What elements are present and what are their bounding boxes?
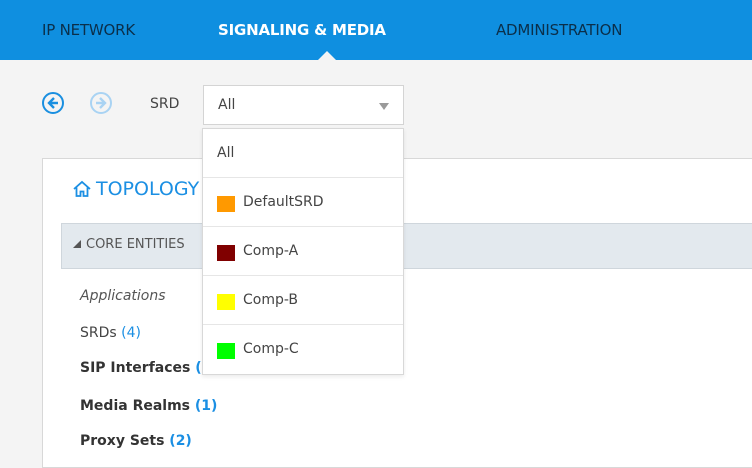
- forward-button[interactable]: [90, 92, 112, 114]
- tab-ip-network[interactable]: IP NETWORK: [42, 21, 135, 39]
- dropdown-option-defaultsrd[interactable]: DefaultSRD: [203, 178, 403, 227]
- option-label: Comp-B: [243, 292, 299, 308]
- entity-proxy-sets[interactable]: Proxy Sets (2): [80, 433, 192, 449]
- option-label: DefaultSRD: [243, 194, 324, 210]
- entity-srds[interactable]: SRDs (4): [80, 325, 141, 341]
- core-entities-text: CORE ENTITIES: [86, 237, 185, 252]
- back-button[interactable]: [42, 92, 64, 114]
- color-swatch: [217, 245, 235, 261]
- entity-sip-interfaces[interactable]: SIP Interfaces (4): [80, 360, 218, 376]
- dropdown-option-all[interactable]: All: [203, 129, 403, 178]
- entity-count: (1): [194, 398, 218, 414]
- top-nav-bar: IP NETWORK SIGNALING & MEDIA ADMINISTRAT…: [0, 0, 752, 60]
- arrow-left-icon: [47, 97, 58, 109]
- entity-applications[interactable]: Applications: [80, 288, 166, 304]
- entity-count: (4): [121, 325, 141, 341]
- entity-label: Proxy Sets: [80, 433, 165, 449]
- tab-administration[interactable]: ADMINISTRATION: [496, 21, 622, 39]
- chevron-down-icon: [379, 103, 389, 110]
- entity-label: Media Realms: [80, 398, 191, 414]
- color-swatch: [217, 343, 235, 359]
- entity-label: Applications: [80, 288, 166, 304]
- tab-signaling-media[interactable]: SIGNALING & MEDIA: [218, 21, 386, 39]
- option-label: Comp-C: [243, 341, 299, 357]
- dropdown-option-comp-b[interactable]: Comp-B: [203, 276, 403, 325]
- core-entities-header[interactable]: CORE ENTITIES: [61, 223, 752, 269]
- panel-title: TOPOLOGY VIEW: [72, 178, 202, 200]
- srd-dropdown-list: All DefaultSRD Comp-A Comp-B Comp-C: [202, 128, 404, 375]
- srd-select-value: All: [218, 97, 236, 113]
- panel-title-text: TOPOLOGY VIEW: [96, 178, 202, 200]
- core-entities-label: CORE ENTITIES: [72, 237, 185, 252]
- active-tab-indicator: [318, 51, 336, 60]
- entity-count: (2): [169, 433, 192, 449]
- entity-media-realms[interactable]: Media Realms (1): [80, 398, 217, 414]
- entity-label: SIP Interfaces: [80, 360, 191, 376]
- dropdown-option-comp-a[interactable]: Comp-A: [203, 227, 403, 276]
- color-swatch: [217, 294, 235, 310]
- srd-select[interactable]: All: [203, 85, 404, 125]
- option-label: All: [217, 145, 235, 161]
- srd-label: SRD: [150, 96, 180, 112]
- collapse-triangle-icon: [73, 240, 81, 248]
- dropdown-option-comp-c[interactable]: Comp-C: [203, 325, 403, 374]
- option-label: Comp-A: [243, 243, 299, 259]
- entity-label: SRDs: [80, 325, 117, 341]
- arrow-right-icon: [96, 97, 107, 109]
- color-swatch: [217, 196, 235, 212]
